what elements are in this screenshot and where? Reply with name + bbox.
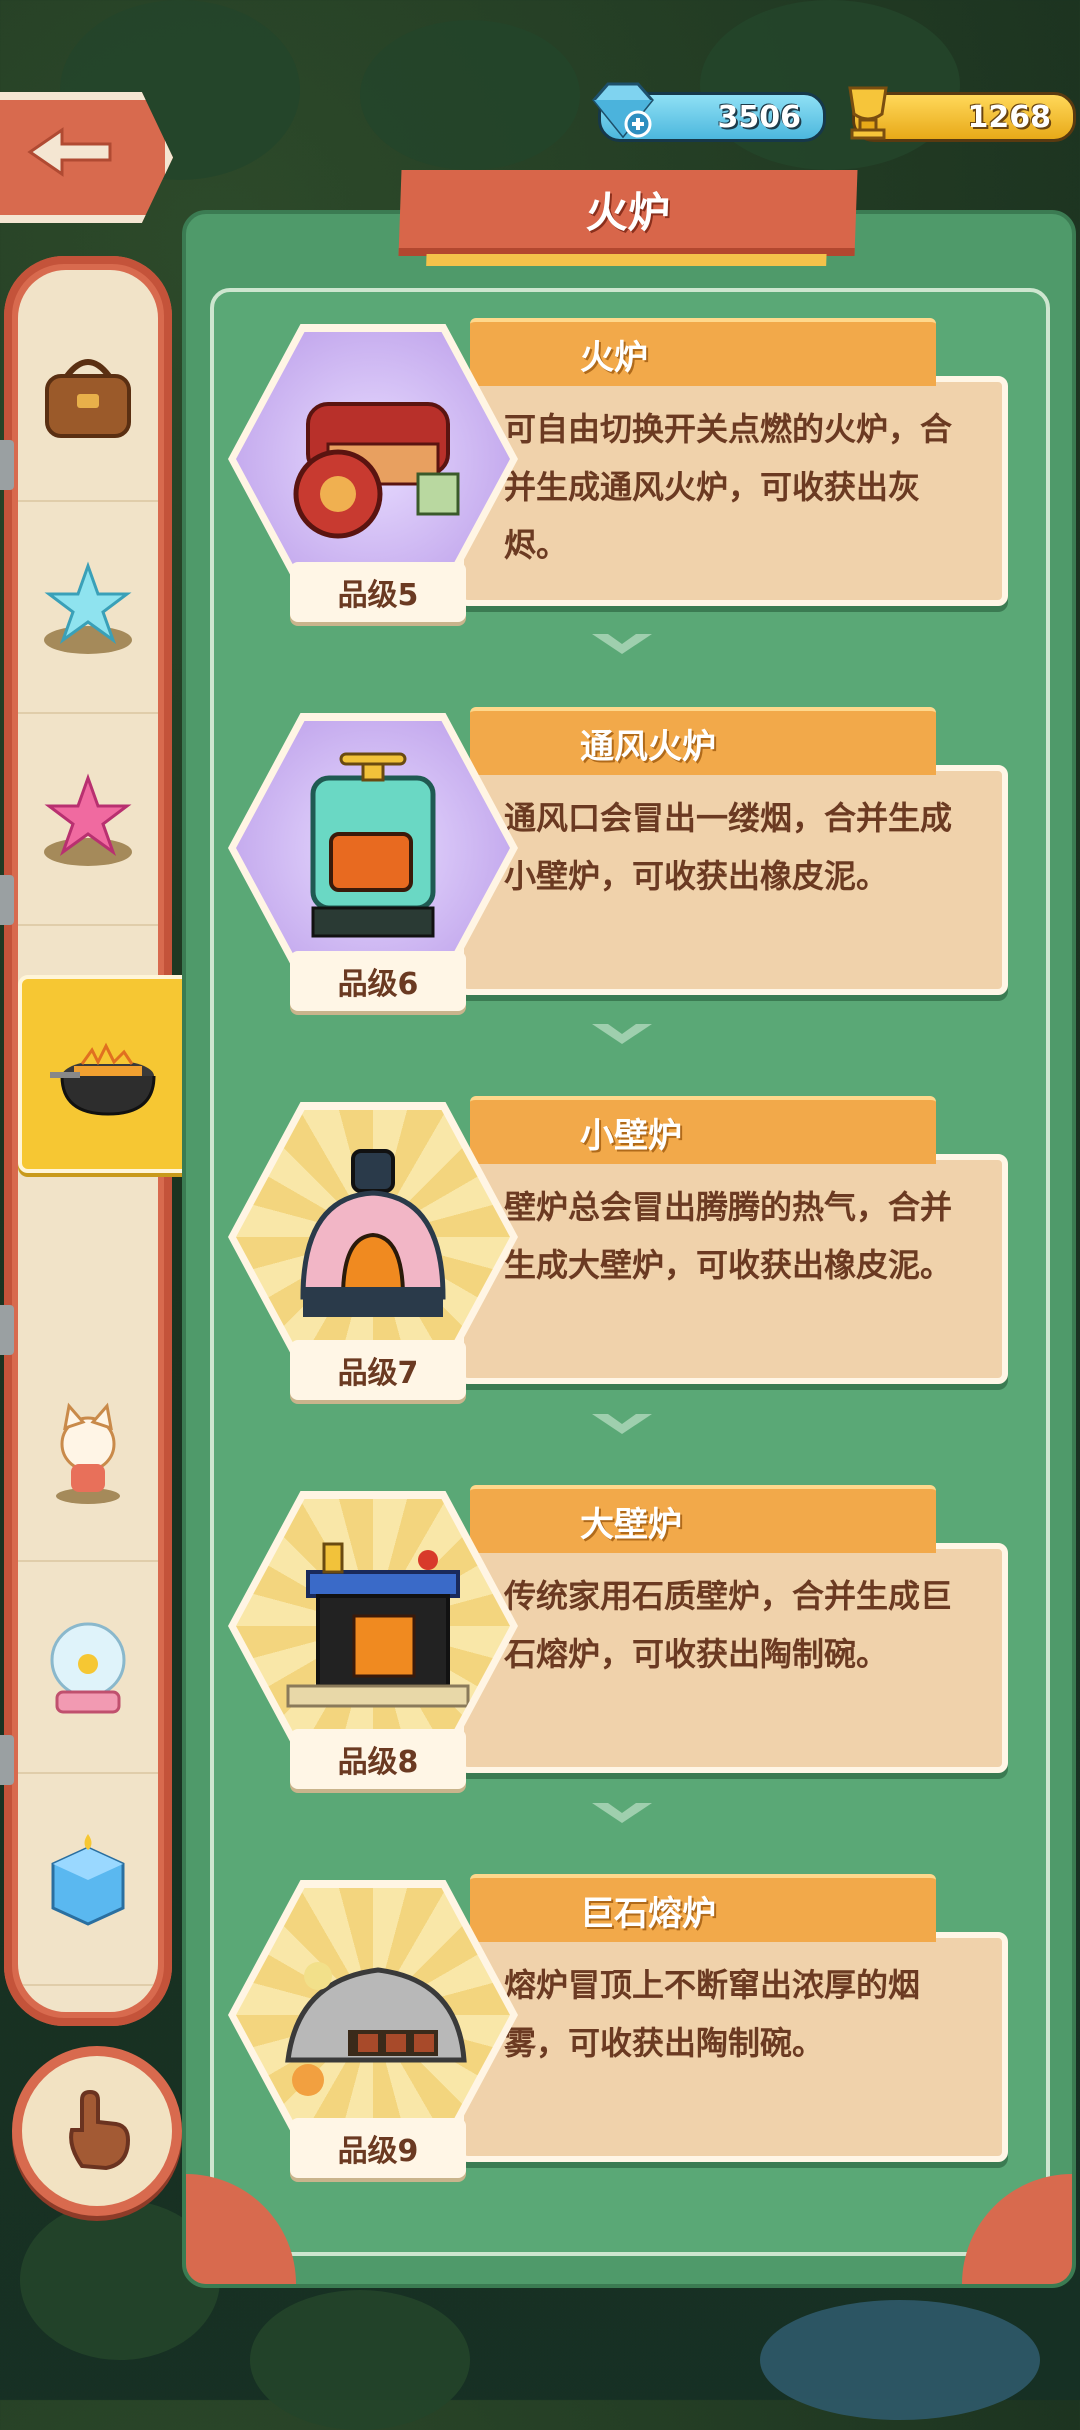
item-name: 通风火炉	[470, 707, 936, 775]
category-blue-star[interactable]	[18, 502, 158, 714]
item-grade: 品级9	[290, 2118, 466, 2178]
category-snow-globe[interactable]	[18, 1562, 158, 1774]
item-description: 可自由切换开关点燃的火炉，合并生成通风火炉，可收获出灰烬。	[458, 376, 1008, 606]
blue-star-icon	[44, 561, 132, 654]
gem-plus-icon[interactable]	[588, 78, 658, 140]
chevron-down-icon	[592, 1803, 652, 1823]
item-entry[interactable]: 传统家用石质壁炉，合并生成巨石熔炉，可收获出陶制碗。 大壁炉 品级8	[228, 1485, 1008, 1815]
item-entry[interactable]: 通风口会冒出一缕烟，合并生成小壁炉，可收获出橡皮泥。 通风火炉 品级6	[228, 707, 1008, 1037]
item-name: 巨石熔炉	[470, 1874, 936, 1942]
category-bag[interactable]	[18, 290, 158, 502]
vent-stove-icon	[310, 752, 436, 938]
panel-title: 火炉	[398, 170, 858, 256]
ice-cube-icon	[51, 1834, 125, 1926]
stove-icon	[50, 1042, 156, 1116]
bag-icon	[45, 359, 131, 438]
category-stove-selected[interactable]	[18, 975, 198, 1173]
sidebar-nub	[0, 1305, 14, 1355]
item-entry[interactable]: 熔炉冒顶上不断窜出浓厚的烟雾，可收获出陶制碗。 巨石熔炉 品级9	[228, 1874, 1008, 2204]
chevron-down-icon	[592, 1024, 652, 1044]
gold-count: 1268	[967, 99, 1052, 135]
item-grade: 品级6	[290, 951, 466, 1011]
gem-count: 3506	[717, 99, 802, 135]
chevron-down-icon	[592, 1414, 652, 1434]
cat-icon	[56, 1402, 120, 1504]
pink-star-icon	[44, 773, 132, 866]
hand-icon	[69, 2089, 131, 2171]
item-name: 小壁炉	[470, 1096, 936, 1164]
back-button[interactable]	[0, 92, 173, 223]
background-tree	[360, 20, 580, 170]
item-grade: 品级7	[290, 1340, 466, 1400]
item-description: 传统家用石质壁炉，合并生成巨石熔炉，可收获出陶制碗。	[458, 1543, 1008, 1773]
item-grade: 品级5	[290, 562, 466, 622]
hand-button[interactable]	[12, 2046, 182, 2216]
sidebar-nub	[0, 440, 14, 490]
item-description: 壁炉总会冒出腾腾的热气，合并生成大壁炉，可收获出橡皮泥。	[458, 1154, 1008, 1384]
sidebar-nub	[0, 875, 14, 925]
gold-trophy-icon	[848, 86, 888, 140]
background-tree	[700, 0, 960, 170]
sidebar-nub	[0, 1735, 14, 1785]
category-pink-star[interactable]	[18, 714, 158, 926]
category-ice-cube[interactable]	[18, 1774, 158, 1986]
item-entry[interactable]: 可自由切换开关点燃的火炉，合并生成通风火炉，可收获出灰烬。 火炉 品级5	[228, 318, 1008, 648]
chevron-down-icon	[592, 634, 652, 654]
item-name: 大壁炉	[470, 1485, 936, 1553]
item-entry[interactable]: 壁炉总会冒出腾腾的热气，合并生成大壁炉，可收获出橡皮泥。 小壁炉 品级7	[228, 1096, 1008, 1426]
grill-stove-icon	[293, 402, 460, 539]
category-cat[interactable]	[18, 1350, 158, 1562]
large-fireplace-icon	[286, 1542, 470, 1708]
item-description: 熔炉冒顶上不断窜出浓厚的烟雾，可收获出陶制碗。	[458, 1932, 1008, 2162]
item-grade: 品级8	[290, 1729, 466, 1789]
snow-globe-icon	[50, 1622, 126, 1714]
small-fireplace-icon	[300, 1149, 446, 1317]
background-tree	[250, 2290, 470, 2430]
arrow-left-icon	[27, 127, 112, 177]
background-river	[760, 2300, 1040, 2420]
stone-furnace-icon	[285, 1962, 467, 2096]
item-name: 火炉	[470, 318, 936, 386]
category-key[interactable]	[18, 1986, 158, 2012]
item-description: 通风口会冒出一缕烟，合并生成小壁炉，可收获出橡皮泥。	[458, 765, 1008, 995]
